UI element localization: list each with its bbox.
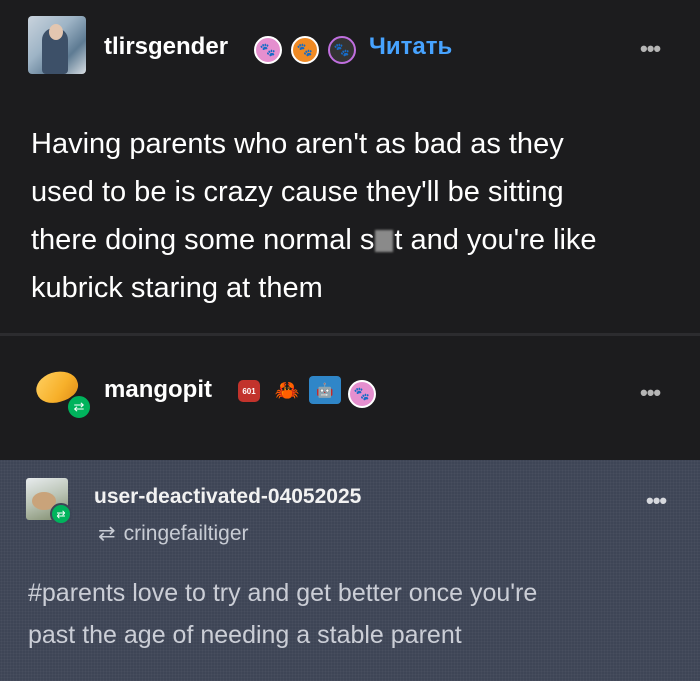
reblog-icon: ⇄ xyxy=(66,394,92,420)
robot-badge-icon[interactable]: 🤖 xyxy=(309,376,341,404)
post-text-line: Having parents who aren't as bad as they xyxy=(31,128,564,160)
hex-badge-icon[interactable]: 601 xyxy=(238,380,260,402)
reblog-icon: ⇄ xyxy=(50,503,72,525)
post-text-fragment: t and you're like xyxy=(394,224,597,256)
post-text-line: kubrick staring at them xyxy=(31,272,323,304)
reblogged-from[interactable]: ⇄ cringefailtiger xyxy=(98,521,249,546)
post-text-line: there doing some normal s t and you're li… xyxy=(31,216,671,264)
post-text-line: used to be is crazy cause they'll be sit… xyxy=(31,176,564,208)
more-options-icon[interactable]: ••• xyxy=(640,380,661,406)
post-text-fragment: there doing some normal s xyxy=(31,224,375,256)
reblog-icon: ⇄ xyxy=(98,522,116,545)
reblogged-from-username[interactable]: cringefailtiger xyxy=(124,522,249,545)
post-tags: #parents love to try and get better once… xyxy=(28,572,678,656)
paw-badge-icon[interactable]: 🐾 xyxy=(254,36,282,64)
post-username[interactable]: tlirsgender xyxy=(104,33,228,61)
paw-badge-icon[interactable]: 🐾 xyxy=(291,36,319,64)
paw-badge-icon[interactable]: 🐾 xyxy=(348,380,376,408)
tag-line[interactable]: past the age of needing a stable parent xyxy=(28,614,678,656)
avatar-face xyxy=(49,24,63,40)
follow-button[interactable]: Читать xyxy=(369,33,452,61)
censor-blur xyxy=(375,230,394,253)
avatar[interactable]: ⇄ xyxy=(32,366,92,420)
post-username[interactable]: mangopit xyxy=(104,376,212,404)
post-body: Having parents who aren't as bad as they… xyxy=(31,120,671,312)
crab-badge-icon[interactable]: 🦀 xyxy=(272,376,302,404)
tag-line[interactable]: #parents love to try and get better once… xyxy=(28,572,678,614)
post-username[interactable]: user-deactivated-04052025 xyxy=(94,485,361,509)
avatar[interactable] xyxy=(28,16,86,74)
more-options-icon[interactable]: ••• xyxy=(640,36,661,62)
more-options-icon[interactable]: ••• xyxy=(646,488,667,514)
paw-badge-icon[interactable]: 🐾 xyxy=(328,36,356,64)
